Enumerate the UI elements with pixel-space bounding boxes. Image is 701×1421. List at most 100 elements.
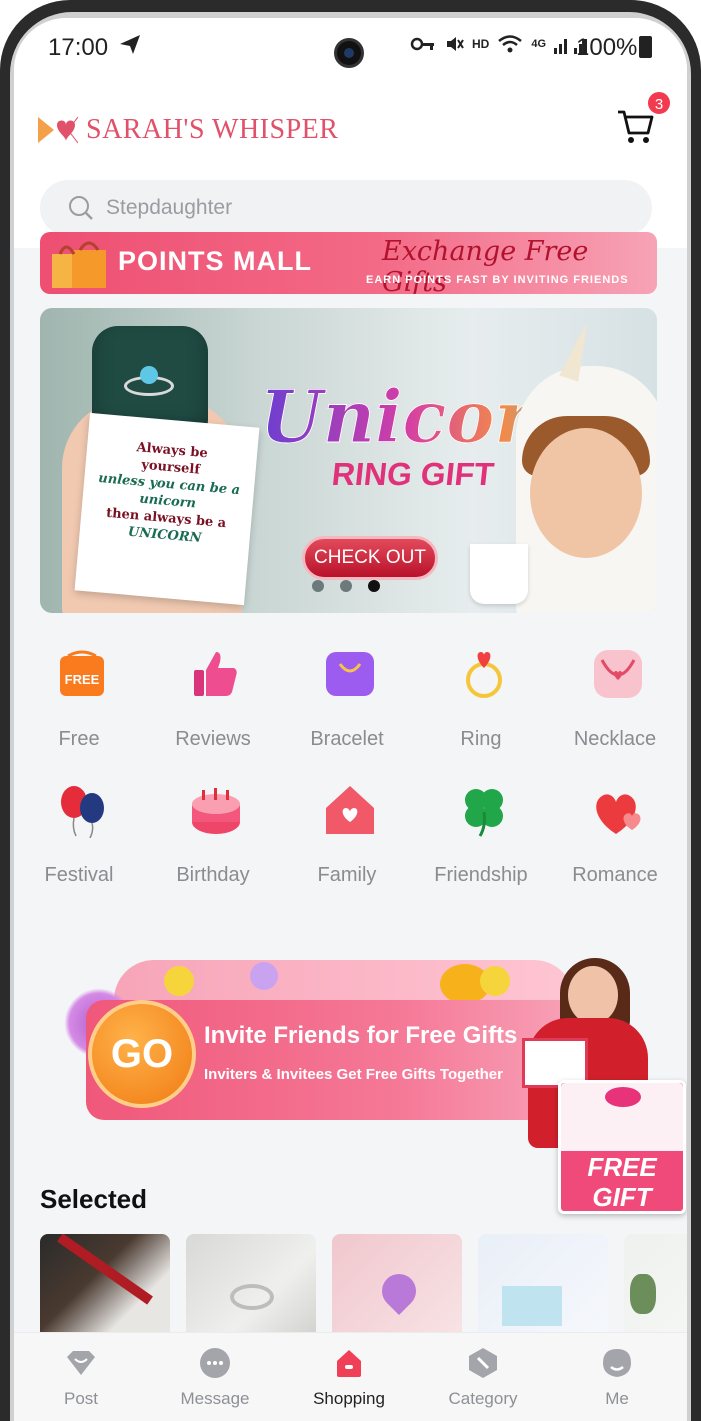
nav-post[interactable]: Post [14,1333,148,1421]
status-bar: 17:00 HD 4G 100% [14,18,687,78]
diamond-icon [67,1351,95,1375]
section-title-selected: Selected [40,1184,147,1214]
product-thumbnail[interactable] [624,1234,687,1334]
decor-ball [480,966,510,996]
points-mall-banner[interactable]: POINTS MALL Exchange Free Gifts EARN POI… [40,232,657,294]
shopping-bags-icon [52,241,106,288]
free-gift-badge[interactable]: FREE GIFT [558,1080,686,1214]
category-family[interactable]: Family [282,782,412,902]
category-label: Birthday [176,864,250,886]
shopping-home-icon [337,1350,361,1377]
carousel-indicator [312,580,380,592]
nav-me[interactable]: Me [550,1333,684,1421]
category-label: Necklace [573,728,657,750]
carousel-dot[interactable] [340,580,352,592]
profile-icon [603,1349,631,1377]
front-camera [334,38,364,68]
category-birthday[interactable]: Birthday [148,782,278,902]
logo-text: SARAH'S WHISPER [86,114,339,145]
thumbs-up-icon [194,652,237,696]
category-festival[interactable]: Festival [14,782,144,902]
free-gift-line1: FREE [587,1152,657,1182]
nav-label-active: Shopping [313,1389,385,1408]
hearts-icon [596,794,641,834]
free-gift-line2: GIFT [592,1182,652,1212]
bag-icon [326,652,374,696]
invite-subtitle: Inviters & Invitees Get Free Gifts Toget… [204,1066,503,1083]
category-label: Bracelet [310,728,384,750]
battery-percent: 100% [576,34,638,61]
decor-ball [164,966,194,996]
balloons-icon [61,786,104,838]
carousel-dot[interactable] [312,580,324,592]
points-mall-title: POINTS MALL [118,246,312,276]
nav-category[interactable]: Category [416,1333,550,1421]
category-icon [469,1348,497,1378]
network-type-label: 4G [531,38,547,50]
house-heart-icon [326,786,374,834]
search-bar[interactable]: Stepdaughter [40,180,652,236]
category-friendship[interactable]: Friendship [416,782,546,902]
points-mall-subtitle: EARN POINTS FAST BY INVITING FRIENDS [366,274,629,286]
check-out-button[interactable]: CHECK OUT [302,536,438,580]
mute-icon [447,37,464,51]
hero-carousel[interactable]: Always be yourself unless you can be a u… [40,308,657,613]
category-label: Romance [572,864,658,886]
heart-flag-icon [38,116,78,144]
category-free[interactable]: FREE Free [14,646,144,766]
invite-title: Invite Friends for Free Gifts [204,1022,518,1049]
key-icon [410,37,434,51]
search-icon [69,196,93,220]
cake-icon [192,788,240,834]
category-reviews[interactable]: Reviews [148,646,278,766]
product-thumbnail[interactable] [332,1234,462,1334]
selected-products-row [40,1234,687,1334]
go-button[interactable]: GO [88,1000,196,1108]
hero-subtitle: RING GIFT [330,456,496,492]
nav-label: Message [180,1389,250,1408]
woman-face [568,966,618,1024]
ring-icon [466,652,502,698]
category-label: Free [58,728,100,750]
search-input[interactable]: Stepdaughter [106,196,232,220]
category-romance[interactable]: Romance [550,782,680,902]
svg-text:FREE: FREE [65,672,100,687]
category-bracelet[interactable]: Bracelet [282,646,412,766]
child-face [530,428,642,558]
category-label: Friendship [434,864,528,886]
decor-ball [250,962,278,990]
nav-label: Post [63,1389,99,1408]
clover-icon [465,789,503,837]
app-header: SARAH'S WHISPER 3 Stepdaughter [14,78,687,248]
cart-count-badge: 3 [646,90,672,116]
status-icons: HD 4G [410,34,590,54]
message-card: Always be yourself unless you can be a u… [74,412,260,606]
free-tag-icon: FREE [60,650,104,696]
bottom-navigation: Post Message Shopping Category Me [14,1332,687,1421]
category-label: Ring [460,728,502,750]
battery-icon [639,36,652,58]
nav-shopping[interactable]: Shopping [282,1333,416,1421]
free-gift-image [561,1083,683,1151]
wifi-icon [498,35,523,53]
bow-icon [605,1087,641,1107]
chat-bubble-icon [200,1348,230,1378]
carousel-dot-active[interactable] [368,580,380,592]
category-label: Family [317,864,377,886]
status-time: 17:00 [48,34,109,61]
category-necklace[interactable]: Necklace [550,646,680,766]
category-label: Reviews [175,728,251,750]
product-thumbnail[interactable] [186,1234,316,1334]
send-icon [120,35,140,54]
hd-label: HD [472,37,490,51]
brand-logo[interactable]: SARAH'S WHISPER [38,114,338,146]
category-label: Festival [44,864,114,886]
category-ring[interactable]: Ring [416,646,546,766]
product-thumbnail[interactable] [478,1234,608,1334]
product-thumbnail[interactable] [40,1234,170,1334]
invite-friends-banner[interactable]: GO Invite Friends for Free Gifts Inviter… [40,938,687,1218]
nav-message[interactable]: Message [148,1333,282,1421]
app-screen: 17:00 HD 4G 100% SARAH'S WHISPER 3 Stepd… [14,18,687,1421]
nav-label: Me [605,1389,629,1408]
nav-label: Category [448,1389,518,1408]
